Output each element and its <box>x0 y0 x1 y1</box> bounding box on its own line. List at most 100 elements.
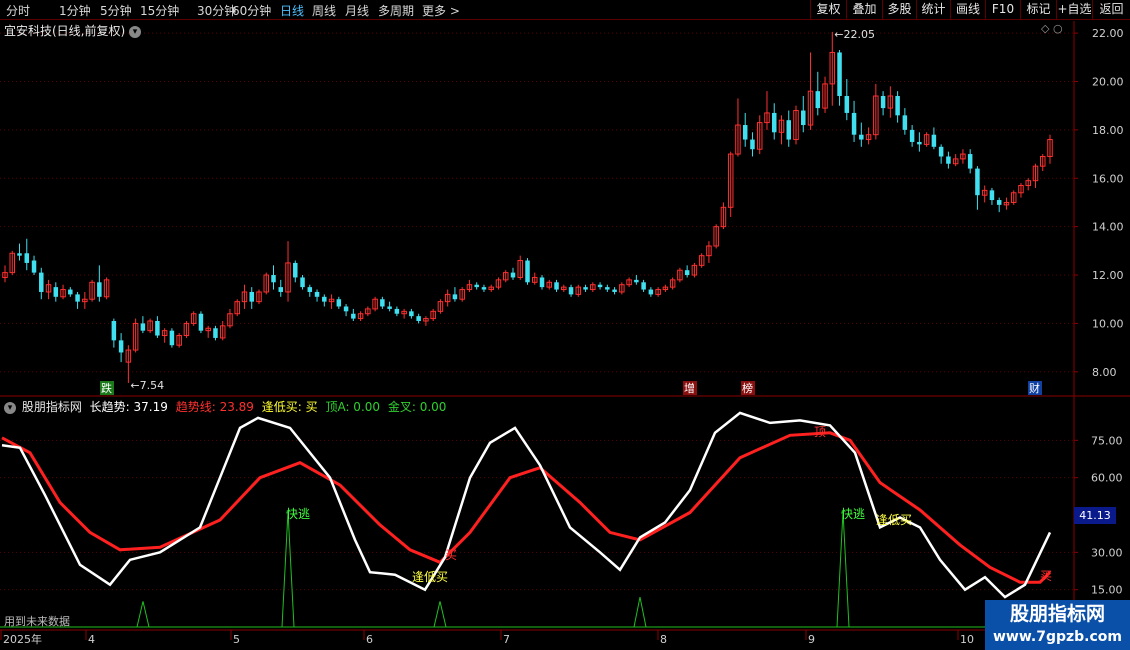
candle-body <box>452 294 458 300</box>
candle-body <box>343 306 349 312</box>
indicator-name: 股朋指标网 <box>21 400 82 414</box>
candle-body <box>786 120 791 140</box>
candle-body <box>989 190 995 201</box>
candle-body <box>583 287 588 290</box>
indicator-legend: ▾ 股朋指标网 长趋势: 37.19 趋势线: 23.89 逢低买: 买 顶A:… <box>4 398 450 415</box>
candle-body <box>909 129 915 142</box>
candle-body <box>851 112 857 135</box>
candle-body <box>946 156 951 164</box>
price-tick-label-5: 12.00 <box>1092 269 1124 282</box>
candle-body <box>271 275 276 283</box>
spike-4 <box>136 601 150 628</box>
candle-body <box>249 291 254 302</box>
candle-body <box>510 272 516 278</box>
candle-body <box>750 139 755 150</box>
candle-body <box>307 287 313 292</box>
candle-body <box>198 313 204 331</box>
candle-body <box>300 277 305 288</box>
signal-label-6: 顶 <box>814 425 826 439</box>
candle-body <box>68 289 73 295</box>
time-label-6: 9 <box>808 633 815 646</box>
indicator-value-top-a: 顶A: 0.00 <box>325 400 381 414</box>
event-tag-0: 跌 <box>101 381 112 395</box>
signal-label-3: 逢低买 <box>876 513 912 527</box>
candle-body <box>293 262 298 278</box>
candle-body <box>938 146 944 157</box>
watermark-title: 股朋指标网 <box>1009 603 1105 625</box>
candle-body <box>902 115 908 130</box>
indicator-value-buy-low: 逢低买: 买 <box>261 400 318 414</box>
candle-body <box>169 330 175 346</box>
candle-body <box>895 96 900 116</box>
signal-label-5: 买 <box>1040 569 1052 583</box>
candle-body <box>975 168 980 196</box>
candle-body <box>917 141 922 145</box>
candle-body <box>684 270 690 276</box>
high-price-label: ←22.05 <box>834 28 875 41</box>
candle-body <box>416 316 421 321</box>
price-tick-label-4: 14.00 <box>1092 221 1124 234</box>
candle-body <box>880 96 886 109</box>
spike-0 <box>281 511 295 628</box>
candle-body <box>597 284 603 288</box>
price-tick-label-6: 10.00 <box>1092 317 1124 330</box>
indicator-tick-label-2: 30.00 <box>1091 546 1123 559</box>
candle-body <box>351 313 356 319</box>
indicator-value-golden-cross: 金叉: 0.00 <box>387 400 447 414</box>
candle-body <box>118 340 124 353</box>
candle-body <box>605 287 610 290</box>
candle-body <box>481 287 487 290</box>
candle-body <box>155 321 160 336</box>
watermark-url: www.7gpzb.com <box>992 629 1122 645</box>
spike-1 <box>433 601 447 628</box>
time-label-5: 8 <box>660 633 667 646</box>
time-label-4: 7 <box>503 633 510 646</box>
stock-title: 宜安科技(日线,前复权) ▾ <box>4 22 142 39</box>
trend-line-curve <box>1 431 1052 584</box>
candle-body <box>554 282 559 290</box>
window-controls[interactable]: ◇ ○ <box>1041 22 1063 35</box>
candle-body <box>641 282 646 290</box>
diamond-icon[interactable]: ◇ <box>1041 22 1049 35</box>
candle-body <box>771 112 777 133</box>
signal-label-0: 快逃 <box>286 507 310 521</box>
candle-body <box>380 299 385 307</box>
signal-label-2: 逢低买 <box>412 570 448 584</box>
event-tag-2: 榜 <box>742 381 753 395</box>
signal-label-4: 买 <box>445 548 457 562</box>
candle-body <box>75 294 80 302</box>
circle-icon[interactable]: ○ <box>1053 22 1063 35</box>
candle-body <box>17 253 22 256</box>
event-tag-1: 增 <box>684 381 695 395</box>
candle-body <box>111 321 117 341</box>
indicator-dropdown-icon[interactable]: ▾ <box>4 401 16 414</box>
stock-app: 分时 1分钟 5分钟 15分钟 30分钟 60分钟 日线 周线 月线 多周期 更多 > 复权 叠加 多股统… <box>0 0 1130 650</box>
candle-body <box>931 134 937 147</box>
candle-body <box>394 308 400 314</box>
candle-body <box>634 279 639 283</box>
watermark: 股朋指标网 www.7gpzb.com <box>985 600 1130 650</box>
candle-body <box>474 284 479 288</box>
signal-label-1: 快逃 <box>841 507 865 521</box>
indicator-value-long-trend: 长趋势: 37.19 <box>89 400 168 414</box>
time-label-1: 4 <box>88 633 95 646</box>
time-label-2: 5 <box>233 633 240 646</box>
price-tick-label-2: 18.00 <box>1092 124 1124 137</box>
indicator-tick-label-1: 60.00 <box>1091 472 1123 485</box>
title-dropdown-icon[interactable]: ▾ <box>129 25 142 38</box>
time-label-7: 10 <box>960 633 974 646</box>
price-tick-label-3: 16.00 <box>1092 172 1124 185</box>
low-price-label: ←7.54 <box>130 379 164 392</box>
candle-body <box>213 328 218 338</box>
chart-area[interactable]: 22.00 20.00 18.00 16.00 14.00 12.00 10.00 8.00 ←… <box>0 0 1130 650</box>
price-tick-label-7: 8.00 <box>1092 366 1117 379</box>
candle-body <box>53 287 59 297</box>
candle-body <box>24 253 30 263</box>
candle-body <box>387 306 392 309</box>
candle-body <box>314 291 320 297</box>
time-label-0: 2025年 <box>3 632 42 646</box>
current-value-badge: 41.13 <box>1074 507 1116 524</box>
candle-body <box>844 96 850 113</box>
candle-body <box>742 125 748 140</box>
candle-body <box>140 323 146 331</box>
